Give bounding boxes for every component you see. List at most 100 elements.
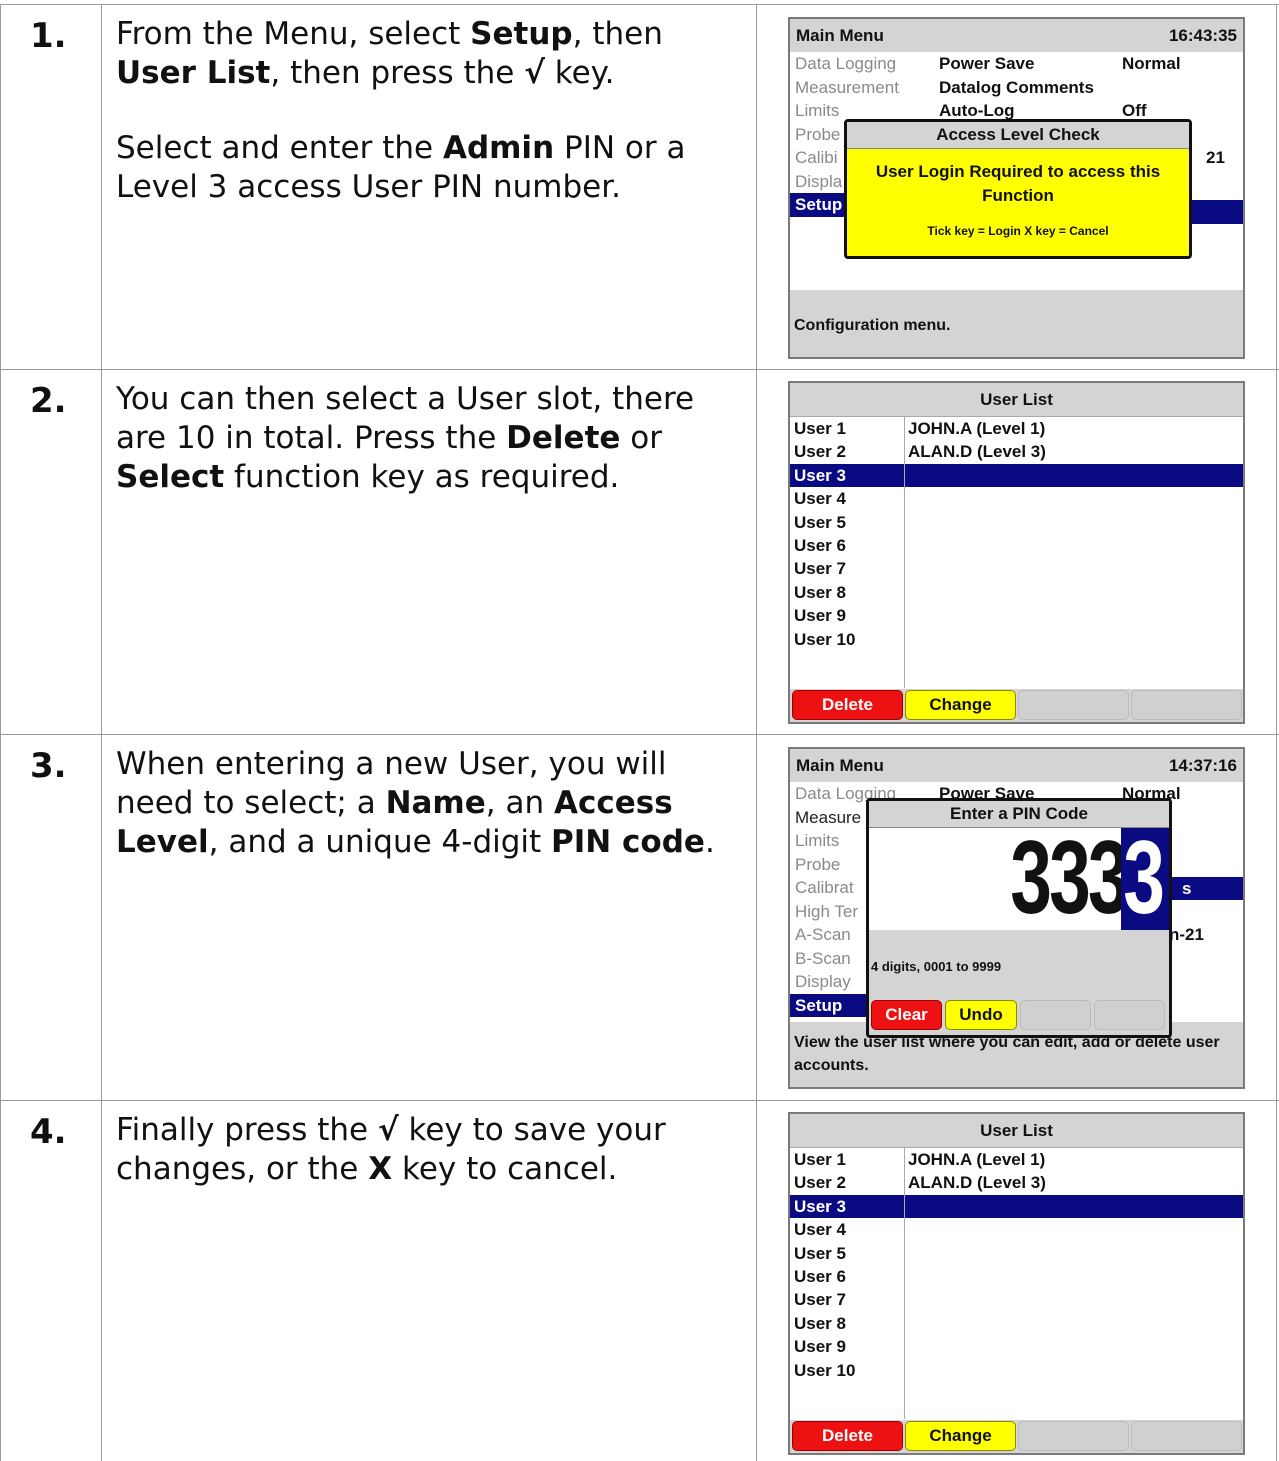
step-instructions: You can then select a User slot, there a… <box>116 380 736 533</box>
screen-header: Main Menu 16:43:35 <box>790 19 1243 52</box>
setting-row[interactable]: Power Save Normal <box>936 52 1243 76</box>
user-row[interactable]: User 10 <box>790 628 1243 651</box>
user-slot: User 6 <box>794 1266 846 1286</box>
emphasis-text: √ <box>524 55 545 91</box>
emphasis-text: Name <box>385 785 486 821</box>
pin-hint: 4 digits, 0001 to 9999 <box>871 959 1002 974</box>
change-button[interactable]: Change <box>905 1421 1016 1451</box>
user-row[interactable]: User 7 <box>790 557 1243 580</box>
screen-title: User List <box>790 1114 1243 1147</box>
pin-display: 3333 3 <box>869 822 1169 934</box>
dialog-hint: Tick key = Login X key = Cancel <box>927 224 1109 238</box>
setting-value: s <box>1182 878 1192 898</box>
emphasis-text: √ <box>377 1112 399 1148</box>
user-row[interactable]: User 4 <box>790 1218 1243 1241</box>
user-row[interactable]: User 5 <box>790 1242 1243 1265</box>
table-border-right <box>1276 4 1277 1461</box>
user-slot: User 3 <box>794 465 846 485</box>
user-slot: User 2 <box>794 1173 846 1193</box>
column-divider <box>904 416 905 688</box>
row-divider-3 <box>0 1100 1279 1101</box>
step-number: 1. <box>30 16 67 56</box>
col-divider-1 <box>101 4 102 1461</box>
instruction-paragraph: When entering a new User, you will need … <box>116 746 715 860</box>
delete-button[interactable]: Delete <box>792 1421 903 1451</box>
user-name: JOHN.A (Level 1) <box>908 1150 1046 1169</box>
user-row[interactable]: User 6 <box>790 534 1243 557</box>
row-divider-1 <box>0 369 1279 370</box>
step-number: 3. <box>30 746 67 786</box>
pin-code-dialog: Enter a PIN Code 3333 3 4 digits, 0001 t… <box>866 798 1172 1038</box>
emphasis-text: X <box>368 1151 393 1187</box>
col-divider-2 <box>756 4 757 1461</box>
setting-value: Normal <box>1122 54 1181 73</box>
step-instructions: From the Menu, select Setup, then User L… <box>116 15 736 243</box>
delete-button[interactable]: Delete <box>792 690 903 720</box>
user-list-screen: User List User 1 JOHN.A (Level 1) User 2 A… <box>788 1112 1245 1455</box>
user-row[interactable]: User 1 JOHN.A (Level 1) <box>790 1148 1243 1171</box>
user-slot: User 7 <box>794 1290 846 1310</box>
function-key-4[interactable] <box>1094 1000 1165 1030</box>
instruction-paragraph: Select and enter the Admin PIN or a Leve… <box>116 130 686 205</box>
function-key-4[interactable] <box>1131 1421 1242 1451</box>
clear-button[interactable]: Clear <box>871 1000 942 1030</box>
undo-button[interactable]: Undo <box>945 1000 1017 1030</box>
user-slot: User 5 <box>794 1243 846 1263</box>
user-row[interactable]: User 4 <box>790 487 1243 510</box>
user-row[interactable]: User 5 <box>790 511 1243 534</box>
main-menu-screen: Main Menu 16:43:35 Data Logging Measurem… <box>788 17 1245 359</box>
user-row[interactable]: User 8 <box>790 1312 1243 1335</box>
function-keys: Delete Change <box>790 688 1243 722</box>
user-row[interactable]: User 9 <box>790 604 1243 627</box>
user-slot: User 10 <box>794 1360 856 1380</box>
emphasis-text: User List <box>116 55 271 91</box>
user-row[interactable]: User 9 <box>790 1335 1243 1358</box>
user-row[interactable]: User 10 <box>790 1359 1243 1382</box>
user-row[interactable]: User 2 ALAN.D (Level 3) <box>790 1171 1243 1194</box>
function-keys: Clear Undo <box>871 998 1167 1032</box>
user-row-selected[interactable]: User 3 <box>790 463 1243 488</box>
user-slot: User 6 <box>794 535 846 555</box>
setting-value: n-21 <box>1169 925 1204 944</box>
screen-header: Main Menu 14:37:16 <box>790 749 1243 782</box>
step-number: 2. <box>30 381 67 421</box>
setting-value: 21 <box>1206 148 1225 167</box>
user-name: JOHN.A (Level 1) <box>908 419 1046 438</box>
step-instructions: When entering a new User, you will need … <box>116 745 736 898</box>
instruction-paragraph: From the Menu, select Setup, then User L… <box>116 16 663 91</box>
user-slot: User 4 <box>794 1220 846 1240</box>
user-row-selected[interactable]: User 3 <box>790 1194 1243 1219</box>
user-slot: User 4 <box>794 489 846 509</box>
step-instructions: Finally press the √ key to save your cha… <box>116 1111 736 1225</box>
user-row[interactable]: User 1 JOHN.A (Level 1) <box>790 417 1243 440</box>
step-number: 4. <box>30 1112 67 1152</box>
user-slot: User 1 <box>794 419 846 438</box>
table-border-left <box>0 4 1 1461</box>
change-button[interactable]: Change <box>905 690 1016 720</box>
function-key-3[interactable] <box>1018 1421 1129 1451</box>
user-name: ALAN.D (Level 3) <box>908 442 1046 462</box>
menu-item[interactable]: Data Logging <box>790 52 936 76</box>
screen-title: Main Menu <box>796 26 884 45</box>
menu-item[interactable]: Measurement <box>790 76 936 100</box>
setting-name: Power Save <box>939 54 1035 73</box>
clock: 14:37:16 <box>1168 756 1237 775</box>
setting-row[interactable]: Datalog Comments <box>936 76 1243 100</box>
user-slot: User 5 <box>794 512 846 532</box>
user-row[interactable]: User 6 <box>790 1265 1243 1288</box>
function-key-4[interactable] <box>1131 690 1242 720</box>
user-slot: User 7 <box>794 559 846 579</box>
user-slot: User 9 <box>794 606 846 626</box>
instruction-paragraph: You can then select a User slot, there a… <box>116 381 695 495</box>
dialog-message: User Login Required to access this Funct… <box>875 162 1161 205</box>
pin-cursor-digit: 3 <box>1123 820 1165 936</box>
pin-entry-screen: Main Menu 14:37:16 Data Logging Measure … <box>788 747 1245 1089</box>
function-key-3[interactable] <box>1020 1000 1091 1030</box>
user-row[interactable]: User 2 ALAN.D (Level 3) <box>790 440 1243 463</box>
user-row[interactable]: User 8 <box>790 581 1243 604</box>
function-key-3[interactable] <box>1018 690 1129 720</box>
emphasis-text: PIN code <box>551 824 705 860</box>
table-border-top <box>0 4 1279 5</box>
user-row[interactable]: User 7 <box>790 1288 1243 1311</box>
clock: 16:43:35 <box>1168 26 1237 45</box>
